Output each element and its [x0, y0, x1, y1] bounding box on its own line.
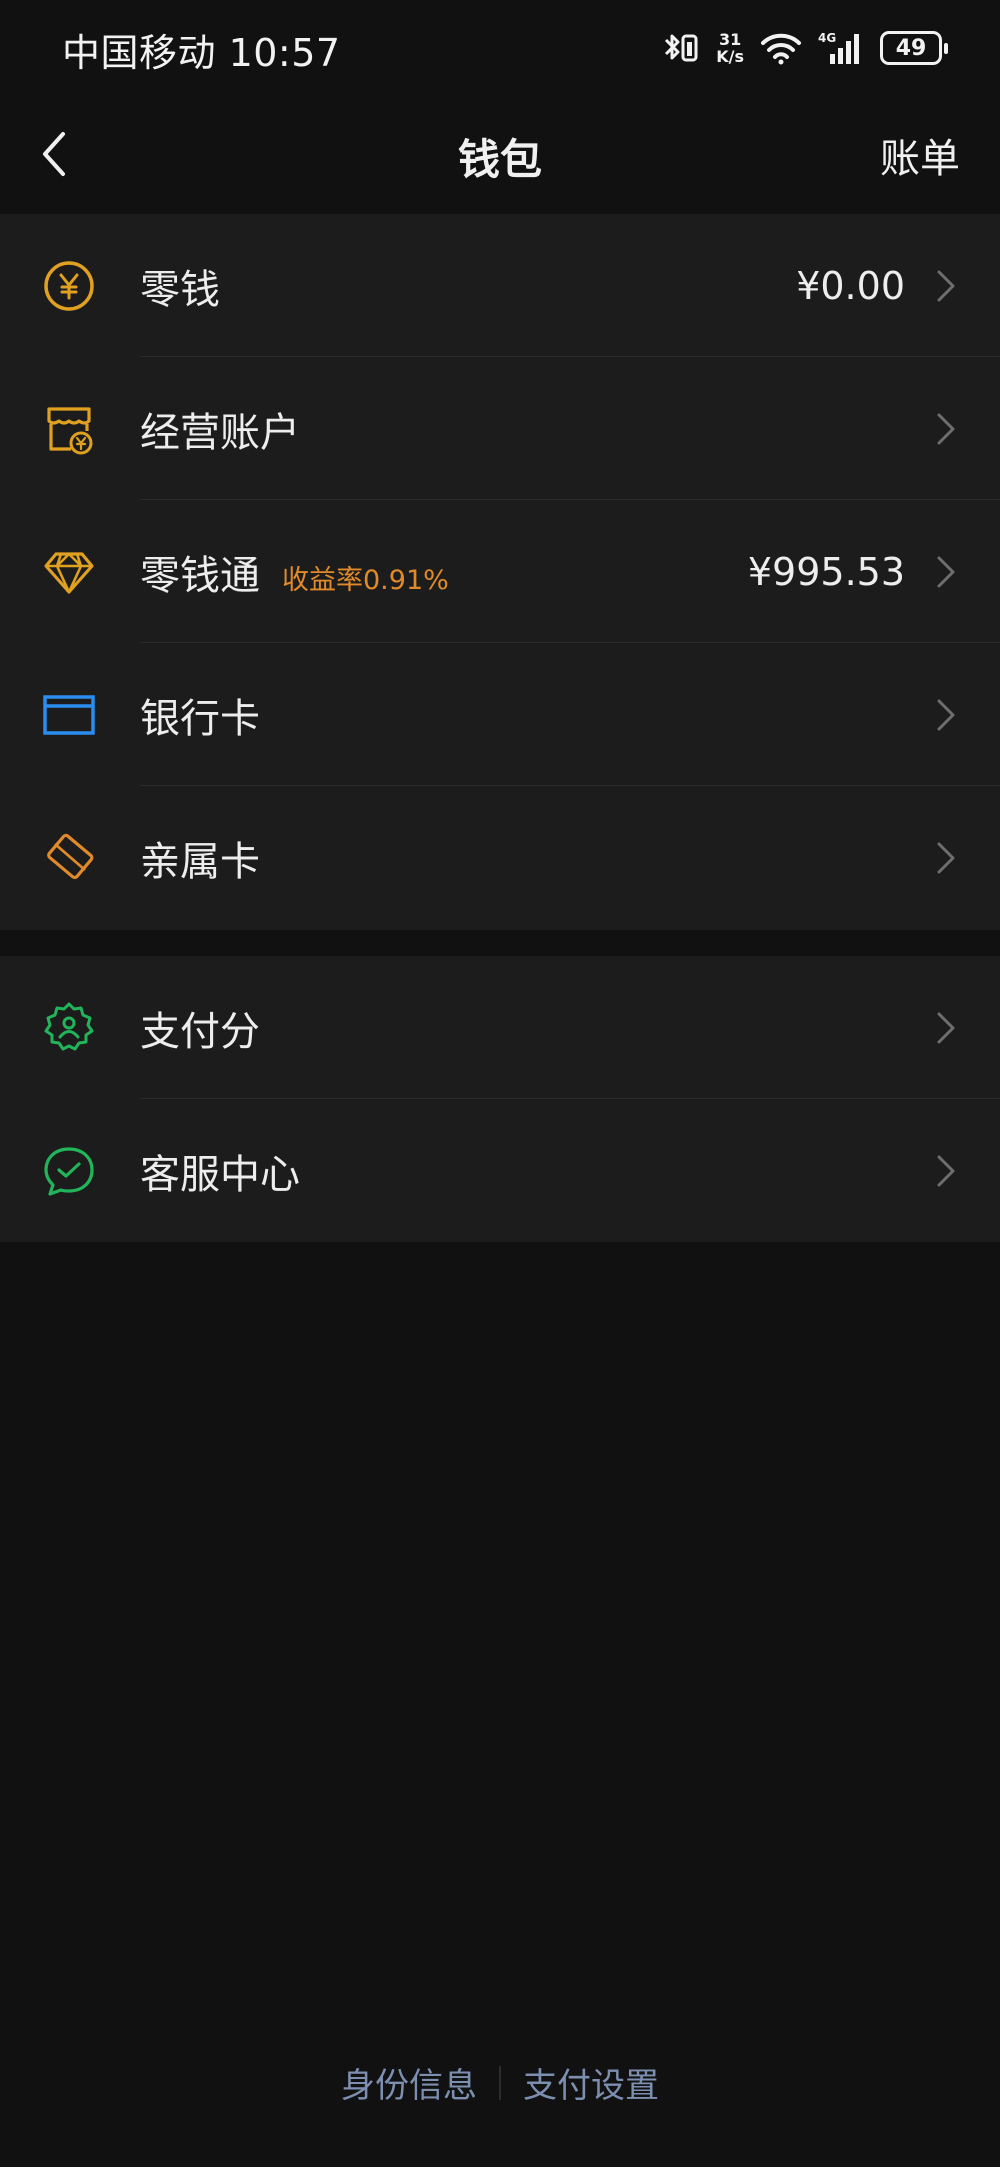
battery-icon: 49 — [880, 31, 948, 65]
lingqiantong-balance: ¥995.53 — [747, 549, 905, 594]
page-title: 钱包 — [457, 135, 542, 184]
footer-separator — [499, 2065, 501, 2100]
list-item-label: 经营账户 — [140, 409, 300, 456]
network-type: 4G — [818, 31, 836, 45]
identity-info-link[interactable]: 身份信息 — [341, 2058, 477, 2107]
list-item-label: 银行卡 — [140, 695, 260, 742]
list-item-family-card[interactable]: 亲属卡 — [0, 786, 1000, 929]
list-item-label: 亲属卡 — [140, 838, 260, 885]
diamond-icon — [40, 543, 98, 601]
chevron-right-icon — [937, 413, 955, 444]
bluetooth-icon — [662, 30, 700, 66]
change-balance: ¥0.00 — [796, 263, 905, 308]
pay-score-icon — [40, 999, 98, 1057]
list-item-label: 零钱通 收益率0.91% — [140, 543, 449, 601]
footer-links: 身份信息 支付设置 — [0, 2058, 1000, 2107]
pay-settings-link[interactable]: 支付设置 — [523, 2058, 659, 2107]
yield-rate-tag: 收益率0.91% — [282, 565, 449, 596]
list-item-label: 客服中心 — [140, 1151, 300, 1198]
battery-level: 49 — [895, 35, 927, 61]
chevron-right-icon — [937, 1155, 955, 1186]
nav-bar: 钱包 账单 — [0, 96, 1000, 214]
bank-card-icon — [40, 686, 98, 744]
list-item-change[interactable]: 零钱 ¥0.00 — [0, 214, 1000, 357]
chevron-right-icon — [937, 270, 955, 301]
network-speed-value: 31 — [718, 30, 742, 49]
chevron-right-icon — [937, 556, 955, 587]
list-item-label: 零钱 — [140, 266, 220, 313]
wallet-group-main: 零钱 ¥0.00 经营账户 零钱通 收益率0.91% ¥995.53 银行卡 亲… — [0, 214, 1000, 930]
yuan-coin-icon — [40, 257, 98, 315]
network-speed-unit: K/s — [716, 47, 744, 66]
list-item-label: 支付分 — [140, 1008, 260, 1055]
list-item-customer-service[interactable]: 客服中心 — [0, 1099, 1000, 1242]
signal-icon: 4G — [818, 30, 864, 66]
chevron-right-icon — [937, 1012, 955, 1043]
chevron-right-icon — [937, 842, 955, 873]
chevron-right-icon — [937, 699, 955, 730]
list-item-bank-card[interactable]: 银行卡 — [0, 643, 1000, 786]
network-speed: 31 K/s — [716, 31, 744, 65]
list-item-pay-score[interactable]: 支付分 — [0, 956, 1000, 1099]
wallet-group-services: 支付分 客服中心 — [0, 956, 1000, 1242]
status-icons: 31 K/s 4G 49 — [662, 28, 948, 68]
status-bar: 中国移动 10:57 31 K/s 4G 49 — [0, 0, 1000, 96]
wifi-icon — [760, 31, 802, 65]
family-card-icon — [40, 829, 98, 887]
list-item-title: 零钱通 — [140, 552, 260, 599]
customer-service-icon — [40, 1142, 98, 1200]
carrier-time: 中国移动 10:57 — [62, 31, 341, 75]
shop-account-icon — [40, 400, 98, 458]
list-item-lingqiantong[interactable]: 零钱通 收益率0.91% ¥995.53 — [0, 500, 1000, 643]
list-item-business-account[interactable]: 经营账户 — [0, 357, 1000, 500]
bill-button[interactable]: 账单 — [880, 126, 960, 184]
